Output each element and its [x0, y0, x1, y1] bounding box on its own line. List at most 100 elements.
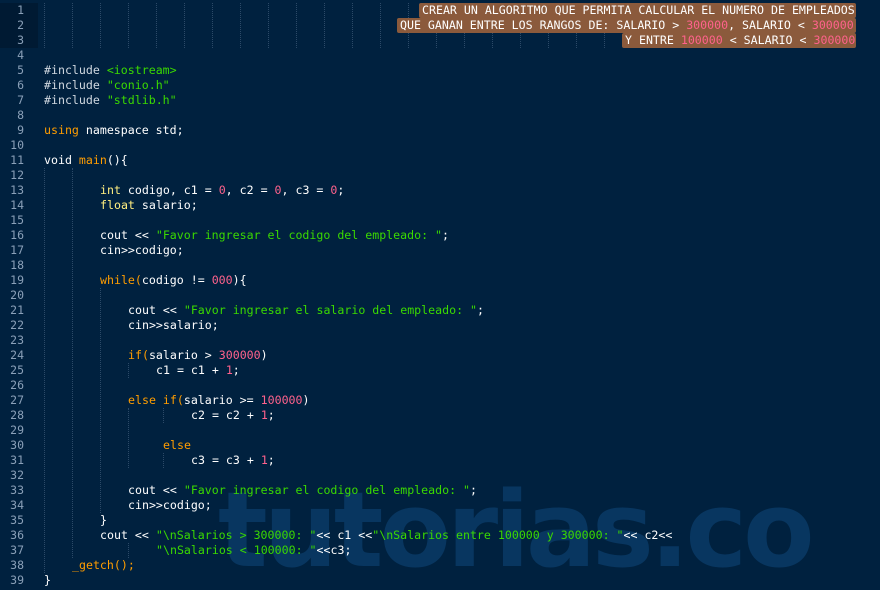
- line-number: 1: [17, 3, 24, 17]
- code-line-18[interactable]: [44, 258, 880, 273]
- code-line-13[interactable]: int codigo, c1 = 0, c2 = 0, c3 = 0;: [44, 183, 880, 198]
- code-line-7[interactable]: #include "stdlib.h": [44, 93, 880, 108]
- code-text: cout <<: [128, 483, 184, 497]
- code-line-38[interactable]: _getch();: [44, 558, 880, 573]
- line-number: 30: [10, 438, 24, 452]
- code-text: c2 = c2 +: [191, 408, 261, 422]
- line-number: 22: [10, 318, 24, 332]
- keyword: while(: [100, 273, 142, 287]
- preprocessor: #include: [44, 63, 107, 77]
- line-number: 11: [10, 153, 24, 167]
- keyword: if(: [128, 348, 149, 362]
- code-line-15[interactable]: [44, 213, 880, 228]
- code-line-11[interactable]: void main(){: [44, 153, 880, 168]
- code-line-8[interactable]: [44, 108, 880, 123]
- code-text: ): [302, 393, 310, 407]
- code-text: ;: [442, 228, 450, 242]
- line-number: 6: [17, 78, 24, 92]
- line-number: 32: [10, 468, 24, 482]
- code-text: cout <<: [100, 528, 156, 542]
- code-line-16[interactable]: cout << "Favor ingresar el codigo del em…: [44, 228, 880, 243]
- code-text: ;: [267, 453, 275, 467]
- line-number: 33: [10, 483, 24, 497]
- line-number: 10: [10, 138, 24, 152]
- code-text: cin>>codigo;: [100, 243, 184, 257]
- code-line-1[interactable]: [44, 3, 880, 18]
- preprocessor: #include: [44, 93, 107, 107]
- code-text: ){: [232, 273, 247, 287]
- code-line-21[interactable]: cout << "Favor ingresar el salario del e…: [44, 303, 880, 318]
- line-number: 14: [10, 198, 24, 212]
- code-line-2[interactable]: [44, 18, 880, 33]
- code-line-22[interactable]: cin>>salario;: [44, 318, 880, 333]
- line-number: 21: [10, 303, 24, 317]
- code-text: cout <<: [100, 228, 156, 242]
- code-line-4[interactable]: [44, 48, 880, 63]
- code-line-17[interactable]: cin>>codigo;: [44, 243, 880, 258]
- code-line-24[interactable]: if(salario > 300000): [44, 348, 880, 363]
- line-number: 15: [10, 213, 24, 227]
- line-number: 20: [10, 288, 24, 302]
- code-line-6[interactable]: #include "conio.h": [44, 78, 880, 93]
- string: "\nSalarios < 100000: ": [156, 543, 317, 557]
- line-number: 3: [17, 33, 24, 47]
- code-line-29[interactable]: [44, 423, 880, 438]
- type: int: [100, 183, 121, 197]
- code-line-9[interactable]: using namespace std;: [44, 123, 880, 138]
- code-text: c1 = c1 +: [156, 363, 226, 377]
- code-editor[interactable]: 1 2 3 4 5 6 7 8 9 10 11 12 13 14 15 16 17 18 19 20 21 22 23 24 2…: [0, 0, 880, 590]
- preprocessor: #include: [44, 78, 107, 92]
- code-line-35[interactable]: }: [44, 513, 880, 528]
- code-line-33[interactable]: cout << "Favor ingresar el codigo del em…: [44, 483, 880, 498]
- string: "Favor ingresar el codigo del empleado: …: [155, 228, 443, 242]
- line-number: 7: [17, 93, 24, 107]
- code-text: void: [44, 153, 79, 167]
- code-text: ();: [113, 558, 135, 572]
- code-line-30[interactable]: else: [44, 438, 880, 453]
- keyword: else if(: [128, 393, 184, 407]
- line-number: 31: [10, 453, 24, 467]
- line-number: 8: [17, 108, 24, 122]
- code-text: ;: [232, 363, 240, 377]
- code-text: ;: [470, 483, 478, 497]
- code-line-5[interactable]: #include <iostream>: [44, 63, 880, 78]
- code-line-25[interactable]: c1 = c1 + 1;: [44, 363, 880, 378]
- code-line-31[interactable]: c3 = c3 + 1;: [44, 453, 880, 468]
- code-text: << c1 <<: [316, 528, 373, 542]
- line-number: 38: [10, 558, 24, 572]
- code-line-19[interactable]: while(codigo != 000){: [44, 273, 880, 288]
- code-line-26[interactable]: [44, 378, 880, 393]
- code-line-10[interactable]: [44, 138, 880, 153]
- line-number: 34: [10, 498, 24, 512]
- code-text: ;: [477, 303, 484, 317]
- code-line-37[interactable]: "\nSalarios < 100000: "<<c3;: [44, 543, 880, 558]
- code-line-39[interactable]: }: [44, 573, 880, 588]
- code-text: (){: [106, 153, 128, 167]
- code-text: cin>>salario;: [128, 318, 219, 332]
- number: 0: [218, 183, 226, 197]
- code-line-14[interactable]: float salario;: [44, 198, 880, 213]
- code-text: c3 = c3 +: [191, 453, 261, 467]
- string: "\nSalarios entre 100000 y 300000: ": [372, 528, 624, 542]
- line-number: 12: [10, 168, 24, 182]
- line-number: 26: [10, 378, 24, 392]
- code-line-23[interactable]: [44, 333, 880, 348]
- code-line-20[interactable]: [44, 288, 880, 303]
- line-number: 25: [10, 363, 24, 377]
- code-line-32[interactable]: [44, 468, 880, 483]
- include-path: "conio.h": [106, 78, 170, 92]
- line-number: 27: [10, 393, 24, 407]
- code-line-28[interactable]: c2 = c2 + 1;: [44, 408, 880, 423]
- line-number: 37: [10, 543, 24, 557]
- number: 300000: [218, 348, 261, 362]
- code-line-27[interactable]: else if(salario >= 100000): [44, 393, 880, 408]
- code-line-12[interactable]: [44, 168, 880, 183]
- code-line-36[interactable]: cout << "\nSalarios > 300000: "<< c1 <<"…: [44, 528, 880, 543]
- line-number: 29: [10, 423, 24, 437]
- line-number: 24: [10, 348, 24, 362]
- string: "\nSalarios > 300000: ": [155, 528, 317, 542]
- line-number: 13: [10, 183, 24, 197]
- code-line-3[interactable]: [44, 33, 880, 48]
- code-area[interactable]: #include <iostream> #include "conio.h" #…: [44, 3, 880, 588]
- code-line-34[interactable]: cin>>codigo;: [44, 498, 880, 513]
